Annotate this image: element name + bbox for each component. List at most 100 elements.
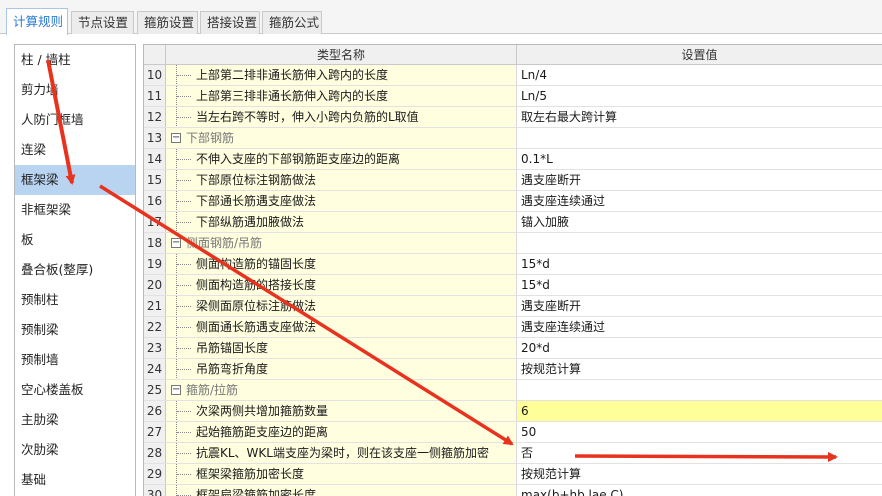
setting-value-cell[interactable]: 遇支座连续通过: [517, 191, 882, 211]
row-number: 30: [144, 485, 166, 496]
type-name-cell: 当左右跨不等时，伸入小跨内负筋的L取值: [166, 107, 517, 127]
table-row[interactable]: 22 侧面通长筋遇支座做法 遇支座连续通过: [144, 317, 882, 338]
row-number: 14: [144, 149, 166, 169]
sidebar-item-coupling-beam[interactable]: 连梁: [15, 135, 135, 165]
setting-value-cell[interactable]: 取左右最大跨计算: [517, 107, 882, 127]
tab-lap-settings[interactable]: 搭接设置: [200, 11, 260, 34]
grid-body: 10 上部第二排非通长筋伸入跨内的长度 Ln/4 11 上部第三排非通长筋伸入跨内的长度…: [144, 65, 882, 496]
table-row[interactable]: 26 次梁两侧共增加箍筋数量 6: [144, 401, 882, 422]
setting-value-cell[interactable]: 按规范计算: [517, 464, 882, 484]
type-name-cell: 下部纵筋遇加腋做法: [166, 212, 517, 232]
setting-label: 侧面构造筋的搭接长度: [196, 278, 317, 292]
setting-label: 次梁两侧共增加箍筋数量: [196, 404, 329, 418]
settings-grid: 类型名称 设置值 10 上部第二排非通长筋伸入跨内的长度 Ln/4 11 上部第三排非通…: [143, 44, 882, 496]
tab-stirrup-formula[interactable]: 箍筋公式: [262, 11, 322, 34]
setting-value-cell[interactable]: max(b+hb,lae,C): [517, 485, 882, 496]
setting-label: 起始箍筋距支座边的距离: [196, 425, 329, 439]
sidebar-item-secondary-rib-beam[interactable]: 次肋梁: [15, 435, 135, 465]
sidebar-item-slab[interactable]: 板: [15, 225, 135, 255]
row-number: 27: [144, 422, 166, 442]
table-row[interactable]: 27 起始箍筋距支座边的距离 50: [144, 422, 882, 443]
tree-connector: [176, 296, 196, 316]
sidebar-item-non-frame-beam[interactable]: 非框架梁: [15, 195, 135, 225]
sidebar-item-main-rib-beam[interactable]: 主肋梁: [15, 405, 135, 435]
table-row[interactable]: 10 上部第二排非通长筋伸入跨内的长度 Ln/4: [144, 65, 882, 86]
table-row[interactable]: 29 框架梁箍筋加密长度 按规范计算: [144, 464, 882, 485]
table-row[interactable]: 24 吊筋弯折角度 按规范计算: [144, 359, 882, 380]
tree-connector: [176, 149, 196, 169]
sidebar-item-precast-wall[interactable]: 预制墙: [15, 345, 135, 375]
sidebar-item-frame-beam[interactable]: 框架梁: [15, 165, 135, 195]
row-number: 21: [144, 296, 166, 316]
setting-value-cell[interactable]: 否: [517, 443, 882, 463]
table-row[interactable]: 30 框架扁梁箍筋加密长度 max(b+hb,lae,C): [144, 485, 882, 496]
setting-value-cell[interactable]: 遇支座连续通过: [517, 317, 882, 337]
sidebar-item-precast-beam[interactable]: 预制梁: [15, 315, 135, 345]
setting-label: 不伸入支座的下部钢筋距支座边的距离: [196, 152, 401, 166]
setting-value-cell[interactable]: 按规范计算: [517, 359, 882, 379]
table-row[interactable]: 14 不伸入支座的下部钢筋距支座边的距离 0.1*L: [144, 149, 882, 170]
row-number: 11: [144, 86, 166, 106]
setting-value-cell[interactable]: 6: [517, 401, 882, 421]
collapse-toggle-icon[interactable]: −: [171, 133, 181, 143]
setting-value-cell[interactable]: Ln/4: [517, 65, 882, 85]
sidebar-item-foundation[interactable]: 基础: [15, 465, 135, 495]
table-row[interactable]: 16 下部通长筋遇支座做法 遇支座连续通过: [144, 191, 882, 212]
collapse-toggle-icon[interactable]: −: [171, 238, 181, 248]
setting-value-cell[interactable]: 锚入加腋: [517, 212, 882, 232]
type-name-cell: 上部第二排非通长筋伸入跨内的长度: [166, 65, 517, 85]
tree-connector: [176, 170, 196, 190]
row-number: 17: [144, 212, 166, 232]
setting-label: 下部纵筋遇加腋做法: [196, 215, 305, 229]
setting-value-cell[interactable]: 15*d: [517, 275, 882, 295]
setting-value-cell[interactable]: 遇支座断开: [517, 296, 882, 316]
tab-stirrup-settings[interactable]: 箍筋设置: [137, 11, 198, 34]
type-name-cell: 框架扁梁箍筋加密长度: [166, 485, 517, 496]
table-row[interactable]: 12 当左右跨不等时，伸入小跨内负筋的L取值 取左右最大跨计算: [144, 107, 882, 128]
table-row[interactable]: 23 吊筋锚固长度 20*d: [144, 338, 882, 359]
setting-value-cell[interactable]: 15*d: [517, 254, 882, 274]
row-number: 28: [144, 443, 166, 463]
setting-value-cell[interactable]: 0.1*L: [517, 149, 882, 169]
tab-node-settings[interactable]: 节点设置: [71, 11, 134, 34]
type-name-cell: 侧面通长筋遇支座做法: [166, 317, 517, 337]
setting-label: 框架梁箍筋加密长度: [196, 467, 305, 481]
setting-value-cell[interactable]: 50: [517, 422, 882, 442]
sidebar-item-hollow-floor-slab[interactable]: 空心楼盖板: [15, 375, 135, 405]
tree-connector: [176, 254, 196, 274]
setting-value-cell[interactable]: 20*d: [517, 338, 882, 358]
header-type-name: 类型名称: [166, 45, 517, 64]
row-number: 29: [144, 464, 166, 484]
setting-label: 当左右跨不等时，伸入小跨内负筋的L取值: [196, 110, 419, 124]
group-label: 侧面钢筋/吊筋: [186, 236, 263, 250]
table-group-row[interactable]: 18− 侧面钢筋/吊筋: [144, 233, 882, 254]
group-label: 下部钢筋: [186, 131, 235, 145]
collapse-toggle-icon[interactable]: −: [171, 385, 181, 395]
row-number: 18: [144, 233, 166, 253]
row-number: 12: [144, 107, 166, 127]
setting-value-cell[interactable]: Ln/5: [517, 86, 882, 106]
sidebar-item-shear-wall[interactable]: 剪力墙: [15, 75, 135, 105]
table-group-row[interactable]: 13− 下部钢筋: [144, 128, 882, 149]
sidebar-item-civil-defense-door-wall[interactable]: 人防门框墙: [15, 105, 135, 135]
table-row[interactable]: 28 抗震KL、WKL端支座为梁时，则在该支座一侧箍筋加密 否: [144, 443, 882, 464]
sidebar-item-precast-column[interactable]: 预制柱: [15, 285, 135, 315]
row-number: 25: [144, 380, 166, 400]
table-row[interactable]: 11 上部第三排非通长筋伸入跨内的长度 Ln/5: [144, 86, 882, 107]
tree-connector: [176, 107, 196, 127]
table-row[interactable]: 17 下部纵筋遇加腋做法 锚入加腋: [144, 212, 882, 233]
row-number: 16: [144, 191, 166, 211]
tree-connector: [176, 275, 196, 295]
table-row[interactable]: 15 下部原位标注钢筋做法 遇支座断开: [144, 170, 882, 191]
table-group-row[interactable]: 25− 箍筋/拉筋: [144, 380, 882, 401]
setting-value-cell[interactable]: 遇支座断开: [517, 170, 882, 190]
group-value-cell: [517, 380, 882, 400]
sidebar-item-column[interactable]: 柱 / 墙柱: [15, 45, 135, 75]
setting-label: 侧面构造筋的锚固长度: [196, 257, 317, 271]
table-row[interactable]: 19 侧面构造筋的锚固长度 15*d: [144, 254, 882, 275]
table-row[interactable]: 21 梁侧面原位标注筋做法 遇支座断开: [144, 296, 882, 317]
type-name-cell: − 侧面钢筋/吊筋: [166, 233, 517, 253]
tab-calc-rules[interactable]: 计算规则: [6, 8, 68, 35]
table-row[interactable]: 20 侧面构造筋的搭接长度 15*d: [144, 275, 882, 296]
sidebar-item-composite-slab[interactable]: 叠合板(整厚): [15, 255, 135, 285]
